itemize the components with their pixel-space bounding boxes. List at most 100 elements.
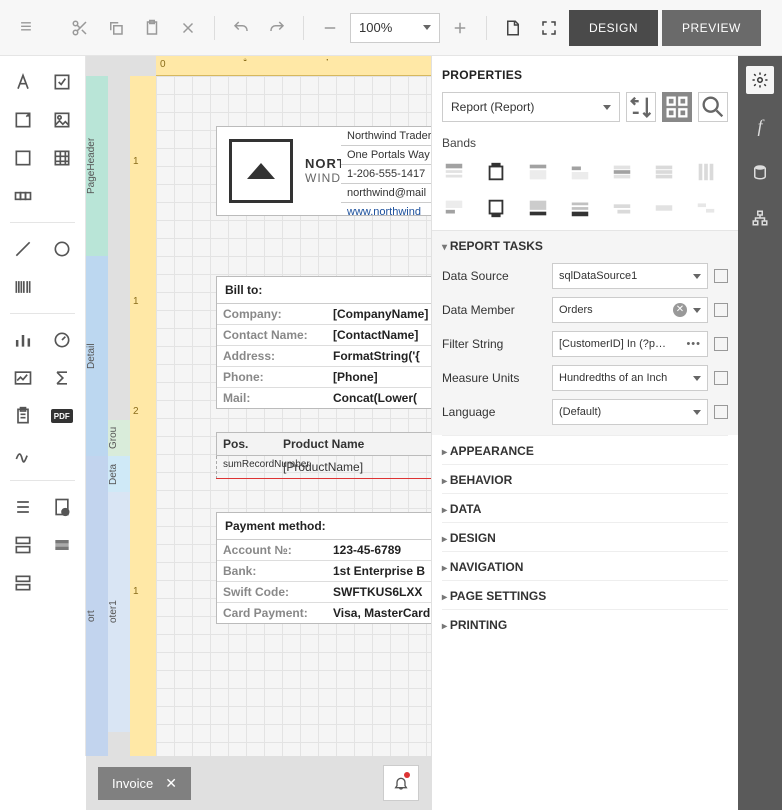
properties-panel: PROPERTIES Report (Report) Bands REPORT … (431, 56, 738, 810)
company-info-block[interactable]: Northwind Traders One Portals Way 1-206-… (341, 126, 431, 216)
data-member-select[interactable]: Orders✕ (552, 297, 708, 323)
table-tool[interactable] (45, 140, 80, 176)
pagebreak-tool[interactable] (6, 527, 41, 563)
reportexplorer-tab[interactable] (746, 204, 774, 232)
band-report[interactable]: ort (86, 456, 108, 756)
properties-tab[interactable] (746, 66, 774, 94)
zoom-value: 100% (359, 20, 392, 35)
character-comb-tool[interactable] (6, 178, 41, 214)
report-tab[interactable]: Invoice ✕ (98, 767, 191, 800)
band-pageheader-icon[interactable] (526, 160, 550, 184)
prop-marker[interactable] (714, 337, 728, 351)
delete-button[interactable] (172, 12, 204, 44)
preview-mode-button[interactable]: PREVIEW (662, 10, 761, 46)
band-extra-icon[interactable] (694, 196, 718, 220)
panel-tool[interactable] (6, 140, 41, 176)
clear-icon[interactable]: ✕ (673, 303, 687, 317)
section-printing[interactable]: PRINTING (442, 609, 728, 638)
crossband-tool[interactable] (45, 527, 80, 563)
measure-units-select[interactable]: Hundredths of an Inch (552, 365, 708, 391)
gauge-tool[interactable] (45, 322, 80, 358)
toolbox: PDF (0, 56, 86, 756)
pdf-tool[interactable]: PDF (45, 398, 80, 434)
barcode-tool[interactable] (6, 269, 41, 305)
band-footer[interactable]: oter1 (108, 492, 130, 732)
sort-category-button[interactable] (662, 92, 692, 122)
band-detail[interactable]: Detail (86, 256, 108, 456)
band-detail-icon[interactable] (610, 160, 634, 184)
pageinfo-tool[interactable] (45, 489, 80, 525)
clipboard-tool[interactable] (6, 398, 41, 434)
prop-marker[interactable] (714, 371, 728, 385)
richtext-tool[interactable] (6, 102, 41, 138)
section-data[interactable]: DATA (442, 493, 728, 522)
language-select[interactable]: (Default) (552, 399, 708, 425)
menu-button[interactable]: ≡ (10, 12, 42, 44)
chart-tool[interactable] (6, 322, 41, 358)
band-pagefooter-icon[interactable] (526, 196, 550, 220)
design-mode-button[interactable]: DESIGN (569, 10, 658, 46)
data-source-select[interactable]: sqlDataSource1 (552, 263, 708, 289)
script-button[interactable] (497, 12, 529, 44)
logo-icon (229, 139, 293, 203)
section-report-tasks[interactable]: REPORT TASKS (432, 230, 738, 259)
section-appearance[interactable]: APPEARANCE (442, 435, 728, 464)
band-pageheader[interactable]: PageHeader (86, 76, 108, 256)
design-canvas[interactable]: 1 1 2 1 PageHeader Detail Grou Deta oter… (86, 56, 431, 756)
zoom-in-button[interactable] (444, 12, 476, 44)
side-tab-strip: f (738, 56, 782, 810)
search-button[interactable] (698, 92, 728, 122)
panel-title: PROPERTIES (442, 68, 728, 82)
band-subband-icon[interactable] (610, 196, 634, 220)
object-selector[interactable]: Report (Report) (442, 92, 620, 122)
shape-tool[interactable] (45, 231, 80, 267)
checkbox-tool[interactable] (45, 64, 80, 100)
band-bottommargin-icon[interactable] (568, 196, 592, 220)
bands-palette (442, 158, 728, 230)
sparkline-tool[interactable] (6, 360, 41, 396)
sigma-tool[interactable] (45, 360, 80, 396)
band-detailreport-icon[interactable] (652, 160, 676, 184)
ruler-vertical: 1 1 2 1 (130, 76, 156, 756)
cut-button[interactable] (64, 12, 96, 44)
section-navigation[interactable]: NAVIGATION (442, 551, 728, 580)
filter-string-input[interactable]: [CustomerID] In (?p…••• (552, 331, 708, 357)
band-topmargin-icon[interactable] (442, 160, 466, 184)
zoom-out-button[interactable] (314, 12, 346, 44)
ellipsis-icon[interactable]: ••• (686, 338, 701, 350)
close-icon[interactable]: ✕ (165, 775, 177, 792)
expressions-tab[interactable]: f (746, 112, 774, 140)
sort-alpha-button[interactable] (626, 92, 656, 122)
band-group[interactable]: Grou (108, 420, 130, 456)
toc-tool[interactable] (6, 489, 41, 525)
band-reportfooter-icon[interactable] (484, 196, 508, 220)
payment-block[interactable]: Payment method: Account №:123-45-6789 Ba… (216, 512, 431, 624)
band-vertical-icon[interactable] (694, 160, 718, 184)
section-page-settings[interactable]: PAGE SETTINGS (442, 580, 728, 609)
band-detail-inner[interactable]: Deta (108, 456, 130, 492)
redo-button[interactable] (261, 12, 293, 44)
notifications-button[interactable] (383, 765, 419, 801)
section-design[interactable]: DESIGN (442, 522, 728, 551)
band-groupfooter-icon[interactable] (442, 196, 466, 220)
billto-block[interactable]: Bill to: Company:[CompanyName] Contact N… (216, 276, 431, 409)
paste-button[interactable] (136, 12, 168, 44)
section-behavior[interactable]: BEHAVIOR (442, 464, 728, 493)
zoom-select[interactable]: 100% (350, 13, 440, 43)
band-groupheader-icon[interactable] (568, 160, 592, 184)
fullscreen-button[interactable] (533, 12, 565, 44)
prop-marker[interactable] (714, 269, 728, 283)
prop-marker[interactable] (714, 303, 728, 317)
label-tool[interactable] (6, 64, 41, 100)
picture-tool[interactable] (45, 102, 80, 138)
fieldlist-tab[interactable] (746, 158, 774, 186)
line-tool[interactable] (6, 231, 41, 267)
prop-marker[interactable] (714, 405, 728, 419)
signature-tool[interactable] (6, 436, 41, 472)
band-empty-icon[interactable] (652, 196, 676, 220)
copy-button[interactable] (100, 12, 132, 44)
band-reportheader-icon[interactable] (484, 160, 508, 184)
undo-button[interactable] (225, 12, 257, 44)
items-table[interactable]: Pos.Product Name sumRecordNumber[Product… (216, 432, 431, 479)
subreport-tool[interactable] (6, 565, 41, 601)
